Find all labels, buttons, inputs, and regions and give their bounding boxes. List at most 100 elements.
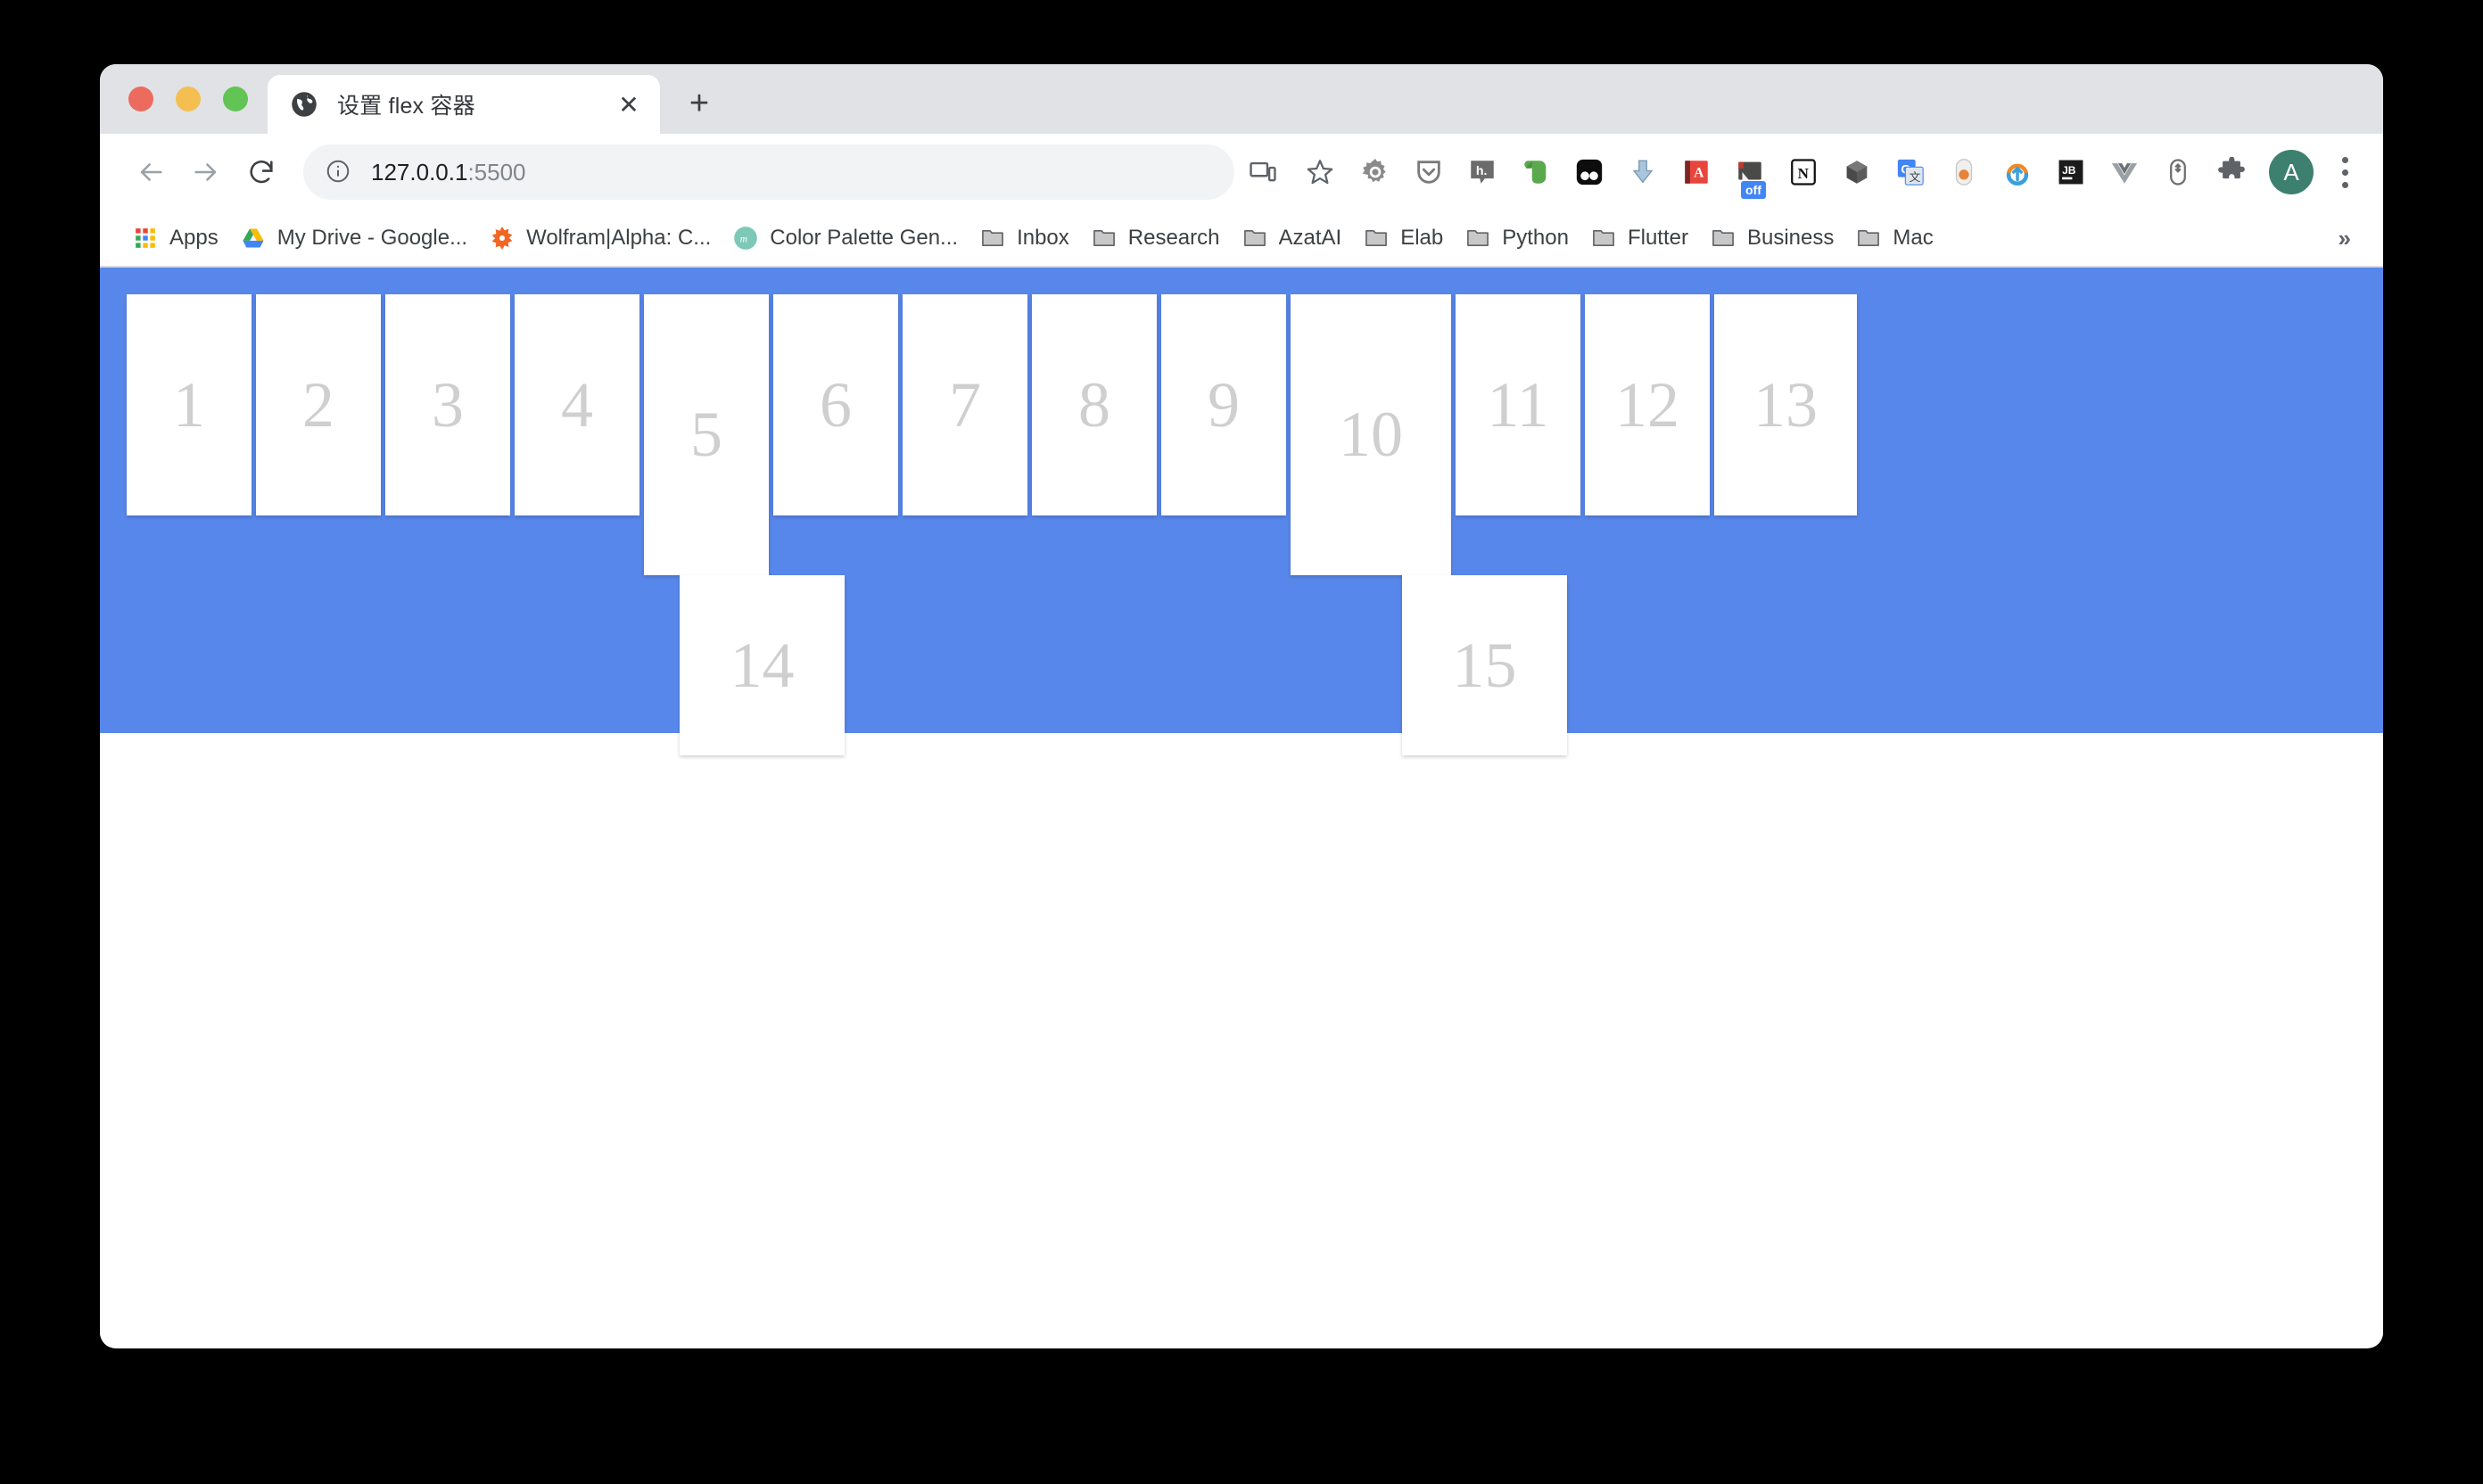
bookmark-business[interactable]: Business <box>1699 217 1844 260</box>
gear-extension-icon[interactable] <box>1350 147 1400 197</box>
reload-button[interactable] <box>234 144 289 200</box>
maximize-window-button[interactable] <box>223 87 248 111</box>
minimize-window-button[interactable] <box>176 87 201 111</box>
flex-item: 5 <box>644 294 769 575</box>
folder-icon <box>1091 225 1118 251</box>
bookmark-label: AzatAI <box>1278 226 1342 250</box>
bookmark-elab[interactable]: Elab <box>1352 217 1454 260</box>
desktop-background: 设置 flex 容器 ✕ + 127.0.0.1:5500 h. A off N… <box>0 0 2483 1484</box>
flex-item: 9 <box>1161 294 1286 515</box>
tab-strip: 设置 flex 容器 ✕ + <box>100 64 2383 134</box>
hypothesis-icon[interactable]: h. <box>1457 147 1507 197</box>
browser-window: 设置 flex 容器 ✕ + 127.0.0.1:5500 h. A off N… <box>100 64 2383 1348</box>
info-circle-icon[interactable] <box>325 158 353 186</box>
folder-icon <box>1464 225 1491 251</box>
svg-text:JB: JB <box>2062 164 2076 177</box>
flex-item: 11 <box>1456 294 1580 515</box>
bookmark-label: Business <box>1746 226 1835 250</box>
folder-icon <box>1363 225 1390 251</box>
dictionary-book-icon[interactable]: A <box>1671 147 1721 197</box>
url-host: 127.0.0.1 <box>371 158 468 186</box>
flex-item: 14 <box>680 575 845 755</box>
pocket-shield-icon[interactable] <box>1404 147 1454 197</box>
bookmark-label: Python <box>1502 226 1569 250</box>
bookmark-label: My Drive - Google... <box>276 226 468 250</box>
bookmark-label: Mac <box>1893 226 1934 250</box>
window-controls <box>100 64 268 134</box>
instapaper-icon[interactable] <box>1564 147 1614 197</box>
star-icon[interactable] <box>1295 147 1345 197</box>
cast-icon[interactable] <box>1238 147 1288 197</box>
svg-text:文: 文 <box>1910 170 1921 184</box>
close-tab-button[interactable]: ✕ <box>608 84 649 125</box>
toggle-extension-icon[interactable]: off <box>1725 147 1775 199</box>
google-drive-icon <box>240 225 267 251</box>
bookmark-label: Research <box>1127 226 1220 250</box>
bookmark-label: Flutter <box>1627 226 1688 250</box>
flex-item: 8 <box>1032 294 1157 515</box>
bookmark-inbox[interactable]: Inbox <box>969 217 1080 260</box>
bookmark-label: Wolfram|Alpha: C... <box>526 226 712 250</box>
vue-icon[interactable] <box>2099 147 2149 197</box>
bookmark-mac[interactable]: Mac <box>1844 217 1943 260</box>
bookmark-color-palette[interactable]: m Color Palette Gen... <box>722 217 969 260</box>
cube-icon[interactable] <box>1832 147 1882 197</box>
svg-text:m: m <box>740 234 747 245</box>
back-button[interactable] <box>123 144 178 200</box>
browser-tab[interactable]: 设置 flex 容器 ✕ <box>268 75 660 134</box>
svg-text:h.: h. <box>1476 164 1488 178</box>
close-window-button[interactable] <box>128 87 153 111</box>
bookmark-apps[interactable]: Apps <box>121 217 229 260</box>
folder-icon <box>1710 225 1736 251</box>
svg-text:A: A <box>1694 166 1704 181</box>
bookmarks-overflow-button[interactable]: » <box>2339 225 2371 252</box>
folder-icon <box>1855 225 1882 251</box>
orange-circle-arrow-icon[interactable] <box>1992 147 2042 197</box>
download-arrow-icon[interactable] <box>1618 147 1668 197</box>
bookmark-wolfram-alpha[interactable]: Wolfram|Alpha: C... <box>478 217 722 260</box>
google-translate-icon[interactable]: G文 <box>1885 147 1935 197</box>
new-tab-button[interactable]: + <box>672 77 726 130</box>
evernote-icon[interactable] <box>1511 147 1561 197</box>
flex-container: 1 2 3 4 5 6 7 8 9 10 11 12 13 14 15 <box>100 268 2383 755</box>
flex-item: 6 <box>773 294 898 515</box>
folder-icon <box>1242 225 1268 251</box>
flex-item: 2 <box>256 294 381 515</box>
bookmarks-bar: Apps My Drive - Google... Wolfram|Alpha:… <box>100 210 2383 268</box>
bookmark-flutter[interactable]: Flutter <box>1580 217 1699 260</box>
folder-icon <box>1590 225 1617 251</box>
bookmark-label: Color Palette Gen... <box>770 226 959 250</box>
flex-item: 3 <box>385 294 510 515</box>
wolfram-icon <box>489 225 516 251</box>
bookmark-azatai[interactable]: AzatAI <box>1231 217 1353 260</box>
apps-grid-icon <box>132 225 159 251</box>
jetbrains-icon[interactable]: JB <box>2046 147 2096 197</box>
tab-title: 设置 flex 容器 <box>337 94 475 119</box>
mouse-scroll-icon[interactable] <box>2153 147 2203 197</box>
notion-icon[interactable]: N <box>1778 147 1828 197</box>
avatar[interactable]: A <box>2269 150 2314 194</box>
omnibox-actions <box>1238 147 1345 197</box>
bookmark-my-drive[interactable]: My Drive - Google... <box>229 217 478 260</box>
extension-off-badge: off <box>1741 181 1766 199</box>
flex-item: 10 <box>1291 294 1451 575</box>
bookmark-label: Apps <box>169 226 219 250</box>
capsule-icon[interactable] <box>1939 147 1989 197</box>
puzzle-extensions-icon[interactable] <box>2207 147 2256 197</box>
page-viewport: 1 2 3 4 5 6 7 8 9 10 11 12 13 14 15 <box>100 268 2383 1347</box>
globe-icon <box>291 91 318 118</box>
three-dot-menu-icon[interactable] <box>2322 147 2367 197</box>
bookmark-label: Inbox <box>1017 226 1069 250</box>
flex-row-2: 14 15 <box>127 575 2358 755</box>
svg-text:N: N <box>1798 165 1810 182</box>
forward-button[interactable] <box>178 144 234 200</box>
flex-item: 7 <box>903 294 1027 515</box>
flex-item: 1 <box>127 294 252 515</box>
muzli-icon: m <box>732 225 759 251</box>
bookmark-python[interactable]: Python <box>1454 217 1580 260</box>
bookmark-research[interactable]: Research <box>1080 217 1231 260</box>
extensions-row: h. A off N 文 JB <box>1345 147 2256 199</box>
browser-toolbar: 127.0.0.1:5500 h. A off N 文 JB A <box>100 134 2383 210</box>
url-text: 127.0.0.1:5500 <box>371 159 526 186</box>
address-bar[interactable]: 127.0.0.1:5500 <box>303 144 1234 200</box>
